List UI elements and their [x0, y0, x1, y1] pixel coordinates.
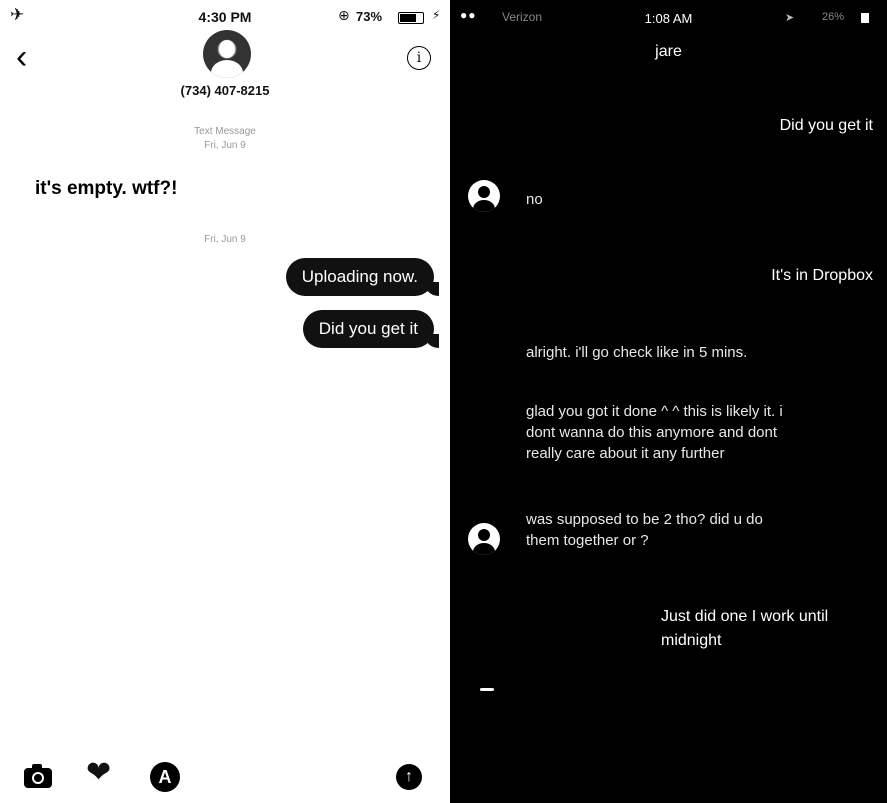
- left-messages-panel: ✈ 4:30 PM ⊕ 73% ⚡ ‹ i (734) 407-8215 Tex…: [0, 0, 450, 803]
- typing-indicator: [480, 688, 494, 691]
- battery-icon: [861, 13, 869, 23]
- received-message[interactable]: no: [526, 189, 786, 210]
- avatar[interactable]: [203, 30, 251, 78]
- sent-message-bubble[interactable]: Did you get it: [302, 310, 440, 348]
- service-label: Text Message: [194, 126, 256, 137]
- sent-message[interactable]: It's in Dropbox: [771, 264, 873, 288]
- back-icon[interactable]: ‹: [16, 40, 27, 74]
- right-chat-panel: ●● Verizon 1:08 AM ➤ 26% jare Did you ge…: [450, 0, 887, 803]
- heart-icon[interactable]: ❤: [86, 758, 111, 788]
- sent-message[interactable]: Did you get it: [780, 114, 873, 138]
- battery-percent: 26%: [822, 11, 845, 23]
- sent-message-bubble[interactable]: Uploading now.: [285, 258, 440, 296]
- received-message[interactable]: it's empty. wtf?!: [35, 178, 177, 200]
- info-icon[interactable]: i: [407, 46, 431, 70]
- status-time: 4:30 PM: [198, 9, 252, 25]
- chat-title: jare: [655, 43, 682, 60]
- received-message[interactable]: was supposed to be 2 tho? did u do them …: [526, 509, 786, 551]
- avatar[interactable]: [468, 180, 500, 212]
- received-message[interactable]: alright. i'll go check like in 5 mins.: [526, 342, 776, 363]
- avatar[interactable]: [468, 523, 500, 555]
- battery-icon: [398, 12, 424, 24]
- contact-number[interactable]: (734) 407-8215: [0, 83, 450, 98]
- charging-icon: ⚡: [432, 8, 441, 22]
- location-icon: ➤: [785, 12, 795, 24]
- timestamp: Fri, Jun 9: [204, 140, 246, 151]
- appstore-icon[interactable]: A: [150, 762, 180, 792]
- received-message[interactable]: glad you got it done ^ ^ this is likely …: [526, 401, 790, 464]
- battery-percent: 73%: [356, 9, 383, 24]
- timestamp: Fri, Jun 9: [204, 234, 246, 245]
- camera-icon[interactable]: [24, 764, 52, 788]
- sent-message[interactable]: Just did one I work until midnight: [661, 605, 873, 653]
- rotation-lock-icon: ⊕: [338, 7, 350, 23]
- send-icon[interactable]: ↑: [396, 764, 422, 790]
